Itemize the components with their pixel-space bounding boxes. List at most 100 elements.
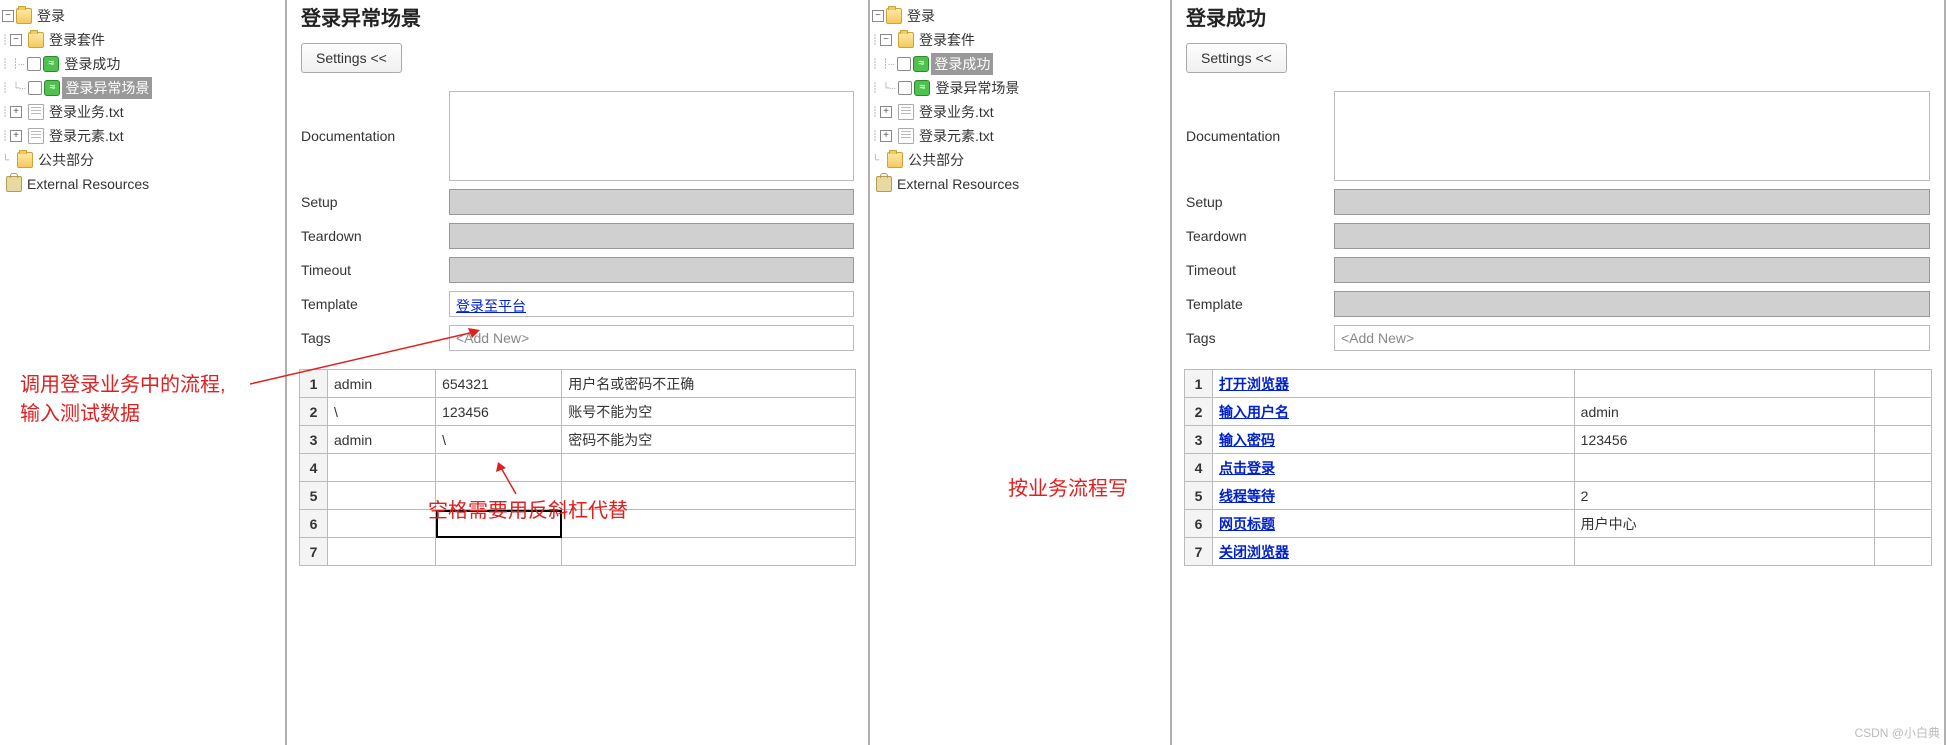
table-row[interactable]: 5线程等待2 — [1185, 482, 1932, 510]
grid-cell[interactable] — [1875, 482, 1932, 510]
doc-field[interactable] — [1334, 91, 1930, 181]
collapse-icon[interactable]: − — [2, 10, 14, 22]
expand-icon[interactable]: + — [880, 130, 892, 142]
grid-cell[interactable]: \ — [328, 398, 436, 426]
tree-label: External Resources — [24, 175, 152, 193]
grid-cell[interactable]: 用户名或密码不正确 — [562, 370, 856, 398]
grid-cell[interactable]: \ — [436, 426, 562, 454]
grid-cell[interactable]: 账号不能为空 — [562, 398, 856, 426]
settings-button[interactable]: Settings << — [1186, 43, 1287, 73]
tree-item-case-success[interactable]: ┊ ┊··· ≈ 登录成功 — [872, 52, 1168, 76]
table-row[interactable]: 3输入密码123456 — [1185, 426, 1932, 454]
tree-item-case-fail[interactable]: ┊ └··· ≈ 登录异常场景 — [2, 76, 283, 100]
grid-cell[interactable] — [328, 538, 436, 566]
grid-cell-keyword[interactable]: 网页标题 — [1213, 510, 1575, 538]
checkbox[interactable] — [897, 57, 911, 71]
checkbox[interactable] — [898, 81, 912, 95]
tree-item-common[interactable]: └ 公共部分 — [2, 148, 283, 172]
tree-item-external[interactable]: External Resources — [2, 172, 283, 196]
expand-icon[interactable]: + — [10, 106, 22, 118]
teardown-field[interactable] — [1334, 223, 1930, 249]
template-link[interactable]: 登录至平台 — [450, 292, 532, 320]
table-row[interactable]: 1打开浏览器 — [1185, 370, 1932, 398]
template-field[interactable]: 登录至平台 — [449, 291, 854, 317]
table-row[interactable]: 2\123456账号不能为空 — [300, 398, 856, 426]
tree-item-common[interactable]: └ 公共部分 — [872, 148, 1168, 172]
grid-cell[interactable] — [1574, 370, 1875, 398]
expand-icon[interactable]: + — [880, 106, 892, 118]
tree-item-suite[interactable]: ┊ − 登录套件 — [872, 28, 1168, 52]
grid-cell[interactable] — [436, 538, 562, 566]
timeout-field[interactable] — [449, 257, 854, 283]
tree-label: 登录套件 — [46, 29, 108, 51]
tree-label: External Resources — [894, 175, 1022, 193]
tree-item-file2[interactable]: ┊ + 登录元素.txt — [2, 124, 283, 148]
tree-item-suite[interactable]: ┊ − 登录套件 — [2, 28, 283, 52]
grid-cell[interactable]: admin — [328, 370, 436, 398]
grid-cell-keyword[interactable]: 点击登录 — [1213, 454, 1575, 482]
grid-cell[interactable] — [1875, 426, 1932, 454]
setup-field[interactable] — [449, 189, 854, 215]
grid-cell[interactable] — [1875, 454, 1932, 482]
left-data-grid[interactable]: 1admin654321用户名或密码不正确2\123456账号不能为空3admi… — [299, 369, 856, 566]
expand-icon[interactable]: + — [10, 130, 22, 142]
grid-cell[interactable] — [436, 454, 562, 482]
doc-field[interactable] — [449, 91, 854, 181]
tree-label: 登录异常场景 — [932, 77, 1022, 99]
grid-cell[interactable]: 654321 — [436, 370, 562, 398]
grid-cell[interactable]: admin — [1574, 398, 1875, 426]
grid-cell[interactable] — [562, 538, 856, 566]
setup-label: Setup — [1186, 194, 1326, 210]
table-row[interactable]: 4 — [300, 454, 856, 482]
setup-field[interactable] — [1334, 189, 1930, 215]
table-row[interactable]: 1admin654321用户名或密码不正确 — [300, 370, 856, 398]
tree-item-root[interactable]: − 登录 — [872, 4, 1168, 28]
right-data-grid[interactable]: 1打开浏览器2输入用户名admin3输入密码1234564点击登录5线程等待26… — [1184, 369, 1932, 566]
grid-cell[interactable] — [328, 454, 436, 482]
table-row[interactable]: 4点击登录 — [1185, 454, 1932, 482]
grid-cell[interactable] — [1875, 538, 1932, 566]
grid-cell[interactable]: admin — [328, 426, 436, 454]
tree-item-file1[interactable]: ┊ + 登录业务.txt — [872, 100, 1168, 124]
grid-cell[interactable]: 密码不能为空 — [562, 426, 856, 454]
table-row[interactable]: 6网页标题用户中心 — [1185, 510, 1932, 538]
tree-item-file1[interactable]: ┊ + 登录业务.txt — [2, 100, 283, 124]
grid-cell[interactable] — [1875, 510, 1932, 538]
grid-cell[interactable]: 123456 — [1574, 426, 1875, 454]
grid-cell-keyword[interactable]: 线程等待 — [1213, 482, 1575, 510]
grid-cell-keyword[interactable]: 输入密码 — [1213, 426, 1575, 454]
tree-item-case-success[interactable]: ┊ ┊··· ≈ 登录成功 — [2, 52, 283, 76]
tree-item-case-fail[interactable]: ┊ └··· ≈ 登录异常场景 — [872, 76, 1168, 100]
template-field[interactable] — [1334, 291, 1930, 317]
collapse-icon[interactable]: − — [880, 34, 892, 46]
grid-cell[interactable] — [328, 510, 436, 538]
grid-cell[interactable] — [562, 454, 856, 482]
grid-cell[interactable]: 2 — [1574, 482, 1875, 510]
grid-cell-keyword[interactable]: 打开浏览器 — [1213, 370, 1575, 398]
teardown-field[interactable] — [449, 223, 854, 249]
collapse-icon[interactable]: − — [872, 10, 884, 22]
tree-item-external[interactable]: External Resources — [872, 172, 1168, 196]
grid-cell[interactable]: 123456 — [436, 398, 562, 426]
table-row[interactable]: 7关闭浏览器 — [1185, 538, 1932, 566]
checkbox[interactable] — [28, 81, 42, 95]
grid-cell-keyword[interactable]: 输入用户名 — [1213, 398, 1575, 426]
grid-cell[interactable] — [328, 482, 436, 510]
grid-cell[interactable]: 用户中心 — [1574, 510, 1875, 538]
grid-cell-keyword[interactable]: 关闭浏览器 — [1213, 538, 1575, 566]
settings-button[interactable]: Settings << — [301, 43, 402, 73]
grid-cell[interactable] — [1875, 370, 1932, 398]
grid-cell[interactable] — [1574, 454, 1875, 482]
tree-item-file2[interactable]: ┊ + 登录元素.txt — [872, 124, 1168, 148]
checkbox[interactable] — [27, 57, 41, 71]
table-row[interactable]: 7 — [300, 538, 856, 566]
table-row[interactable]: 3admin\密码不能为空 — [300, 426, 856, 454]
grid-cell[interactable] — [1875, 398, 1932, 426]
timeout-field[interactable] — [1334, 257, 1930, 283]
tags-field[interactable]: <Add New> — [1334, 325, 1930, 351]
table-row[interactable]: 2输入用户名admin — [1185, 398, 1932, 426]
tree-item-root[interactable]: − 登录 — [2, 4, 283, 28]
grid-cell[interactable] — [1574, 538, 1875, 566]
collapse-icon[interactable]: − — [10, 34, 22, 46]
tags-field[interactable]: <Add New> — [449, 325, 854, 351]
